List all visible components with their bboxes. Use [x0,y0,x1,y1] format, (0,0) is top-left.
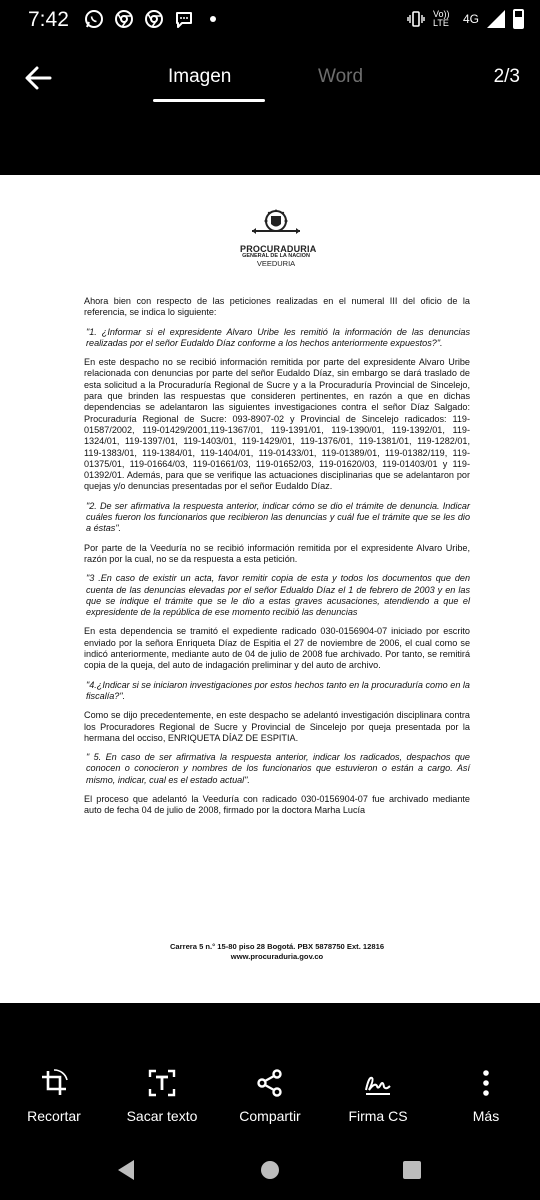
more-vertical-icon [483,1070,489,1096]
procuraduria-logo: PROCURADURIA GENERAL DE LA NACION VEEDUR… [240,244,317,268]
paragraph: Como se dijo precedentemente, en este de… [84,710,470,743]
page-indicator: 2/3 [493,66,520,87]
tab-word[interactable]: Word [318,66,363,88]
whatsapp-icon [85,10,103,28]
question-paragraph: "4.¿Indicar si se iniciaron investigacio… [86,679,470,701]
status-bar: 7:42 Vo)) LTE 4G [0,0,540,42]
signal-icon [487,10,505,28]
question-paragraph: "3 .En caso de existir un acta, favor re… [86,573,470,618]
chrome-icon [145,10,163,28]
paragraph: Ahora bien con respecto de las peticione… [84,296,470,318]
system-navigation-bar [0,1142,540,1200]
message-icon [176,12,192,28]
question-paragraph: "2. De ser afirmativa la respuesta anter… [86,500,470,534]
footer-address: Carrera 5 n.° 15-80 piso 28 Bogotá. PBX … [169,942,385,951]
nav-back-icon[interactable] [116,1159,136,1181]
document-body: Ahora bien con respecto de las peticione… [84,296,470,825]
signature-button[interactable]: Firma CS [328,1068,428,1124]
crop-label: Recortar [27,1108,81,1124]
paragraph: En este despacho no se recibió informaci… [84,357,470,492]
vibrate-icon [407,11,425,27]
paragraph: En esta dependencia se tramitó el expedi… [84,626,470,671]
network-type: 4G [462,12,479,26]
signature-label: Firma CS [348,1108,408,1124]
document-footer: Carrera 5 n.° 15-80 piso 28 Bogotá. PBX … [84,942,470,962]
share-label: Compartir [239,1108,301,1124]
crop-icon [42,1069,68,1095]
nav-recents-icon[interactable] [403,1161,421,1179]
system-status-icons: Vo)) LTE 4G [407,9,524,29]
logo-name: PROCURADURIA [240,244,317,254]
nav-home-icon[interactable] [261,1161,279,1179]
share-icon [257,1069,282,1097]
more-notifications-dot-icon [210,16,216,22]
back-arrow-icon[interactable] [22,62,54,94]
extract-text-icon [148,1069,176,1097]
signature-icon [365,1076,391,1095]
extract-text-button[interactable]: Sacar texto [112,1068,212,1124]
tab-imagen[interactable]: Imagen [168,66,231,88]
extract-text-label: Sacar texto [126,1108,198,1124]
status-time: 7:42 [28,8,69,31]
crop-button[interactable]: Recortar [4,1068,104,1124]
footer-website: www.procuraduria.gov.co [230,952,324,961]
question-paragraph: " 5. En caso de ser afirmativa la respue… [86,752,470,785]
notification-icons [84,9,216,29]
paragraph: Por parte de la Veeduría no se recibió i… [84,542,470,564]
document-page[interactable]: PROCURADURIA GENERAL DE LA NACION VEEDUR… [0,175,540,1003]
paragraph: El proceso que adelantó la Veeduría con … [84,793,470,816]
share-button[interactable]: Compartir [220,1068,320,1124]
active-tab-indicator [153,99,265,102]
question-paragraph: "1. ¿Informar si el expresidente Alvaro … [86,326,470,348]
chrome-icon [115,10,133,28]
volte-indicator: Vo)) LTE [432,9,450,28]
more-label: Más [472,1108,500,1124]
more-button[interactable]: Más [436,1068,536,1124]
logo-unit: VEEDURIA [256,259,296,268]
procuraduria-seal-icon [252,209,300,234]
battery-icon [513,9,524,29]
